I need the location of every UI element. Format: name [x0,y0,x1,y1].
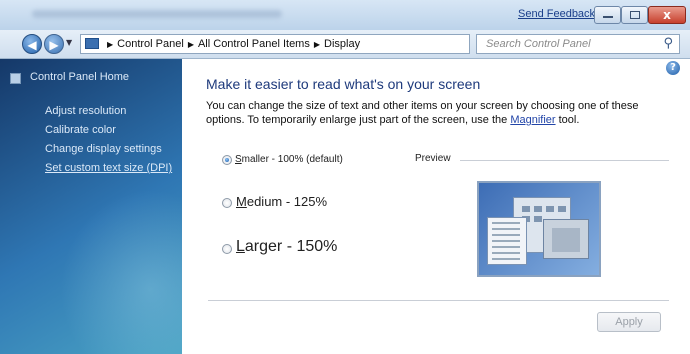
send-feedback-link[interactable]: Send Feedback [518,8,595,20]
window-title [32,10,282,18]
radio-medium[interactable] [222,198,232,208]
task-set-custom-text-size[interactable]: Set custom text size (DPI) [45,160,172,179]
preview-window-front [543,219,589,259]
maximize-button[interactable] [621,6,648,24]
option-larger-text: arger - 150% [244,238,338,255]
option-medium[interactable]: Medium - 125% [222,194,327,209]
control-panel-home-icon [10,73,21,84]
address-toolbar: ◀ ▶ ▼ ▶ Control Panel ▶ All Control Panel I… [0,30,690,59]
option-medium-accesskey: M [236,194,247,209]
option-smaller[interactable]: Smaller - 100% (default) [222,154,343,165]
search-input[interactable]: Search Control Panel ⚲ [476,34,680,54]
option-larger-accesskey: L [236,238,245,255]
task-calibrate-color[interactable]: Calibrate color [45,122,172,141]
back-arrow-icon: ◀ [27,38,37,52]
control-panel-icon [85,38,99,49]
option-smaller-text: maller - 100% (default) [241,154,343,165]
close-icon: x [663,8,671,22]
description-text-after: tool. [555,114,580,126]
breadcrumb-chevron-icon[interactable]: ▶ [188,40,194,49]
search-placeholder: Search Control Panel [486,38,591,50]
task-change-display-settings[interactable]: Change display settings [45,141,172,160]
preview-window-list [487,217,527,265]
preview-image [477,181,601,277]
help-icon[interactable]: ? [666,61,680,75]
breadcrumb-control-panel[interactable]: Control Panel [117,38,184,50]
breadcrumb: ▶ Control Panel ▶ All Control Panel Items ▶ D… [103,38,360,50]
forward-button[interactable]: ▶ [44,34,64,54]
breadcrumb-display[interactable]: Display [324,38,360,50]
breadcrumb-all-items[interactable]: All Control Panel Items [198,38,310,50]
apply-button[interactable]: Apply [597,312,661,332]
search-icon[interactable]: ⚲ [663,36,673,51]
title-bar: Send Feedback x [0,0,690,30]
breadcrumb-chevron-icon[interactable]: ▶ [314,40,320,49]
magnifier-link[interactable]: Magnifier [510,114,555,126]
minimize-button[interactable] [594,6,621,24]
minimize-icon [603,16,613,18]
radio-larger[interactable] [222,244,232,254]
bottom-divider [208,300,669,301]
control-panel-home-link[interactable]: Control Panel Home [30,71,129,83]
close-button[interactable]: x [648,6,686,24]
option-medium-label[interactable]: Medium - 125% [236,194,327,209]
task-adjust-resolution[interactable]: Adjust resolution [45,103,172,122]
address-field[interactable]: ▶ Control Panel ▶ All Control Panel Items ▶ D… [80,34,537,54]
option-smaller-accesskey: S [235,154,242,165]
option-larger-label[interactable]: Larger - 150% [236,238,337,255]
maximize-icon [630,11,640,19]
option-smaller-label[interactable]: Smaller - 100% (default) [235,154,343,165]
task-pane: Control Panel Home Adjust resolution Cal… [0,59,182,354]
back-button[interactable]: ◀ [22,34,42,54]
option-medium-text: edium - 125% [246,194,328,209]
page-title: Make it easier to read what's on your sc… [206,76,481,92]
radio-smaller[interactable] [222,155,232,165]
breadcrumb-chevron-icon[interactable]: ▶ [107,40,113,49]
option-larger[interactable]: Larger - 150% [222,238,337,256]
page-description: You can change the size of text and othe… [206,99,666,127]
forward-arrow-icon: ▶ [49,38,59,52]
preview-divider [460,160,669,161]
recent-pages-dropdown-icon[interactable]: ▼ [66,38,72,47]
preview-label: Preview [415,153,451,164]
task-list: Adjust resolution Calibrate color Change… [45,103,172,179]
